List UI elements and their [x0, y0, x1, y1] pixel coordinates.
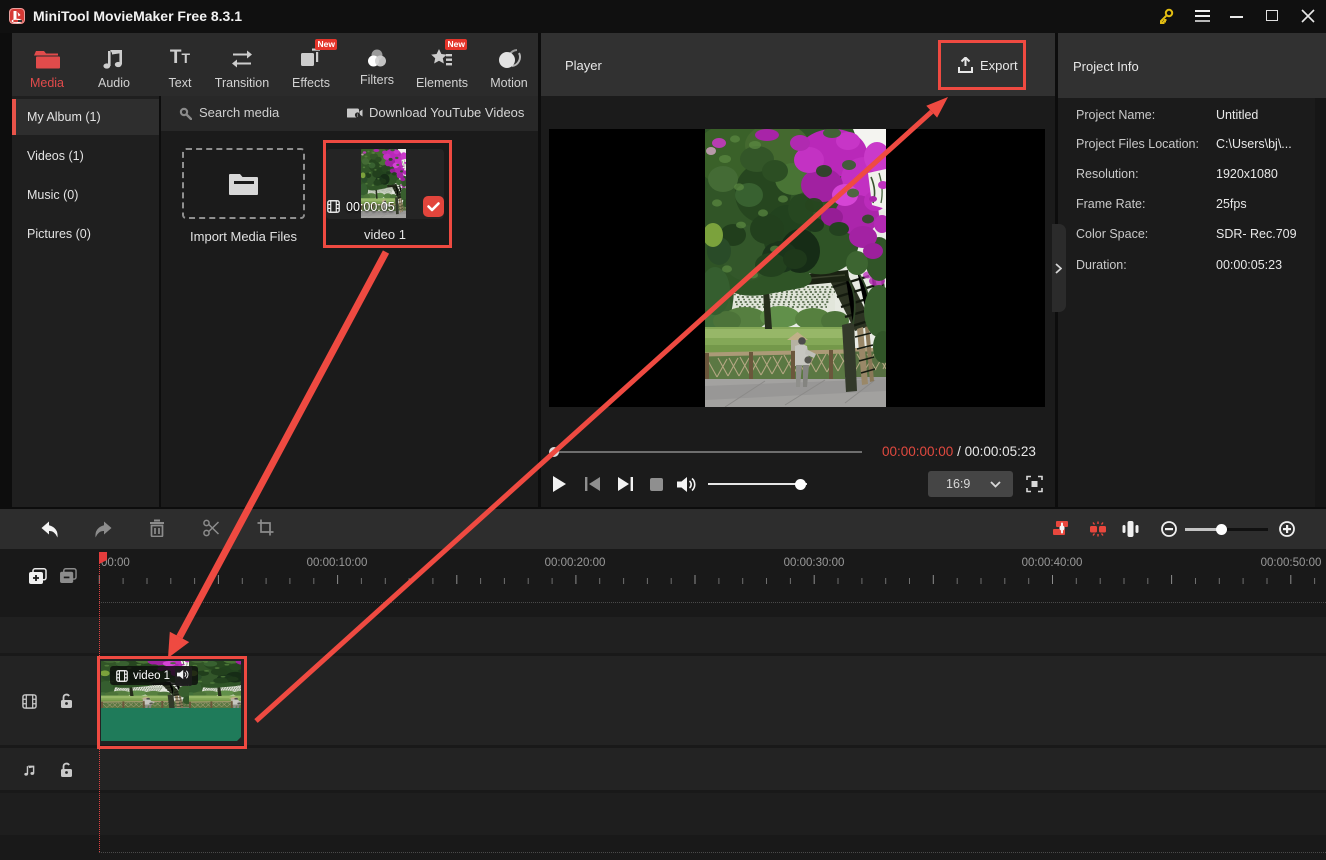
- svg-text:i: i: [357, 113, 358, 119]
